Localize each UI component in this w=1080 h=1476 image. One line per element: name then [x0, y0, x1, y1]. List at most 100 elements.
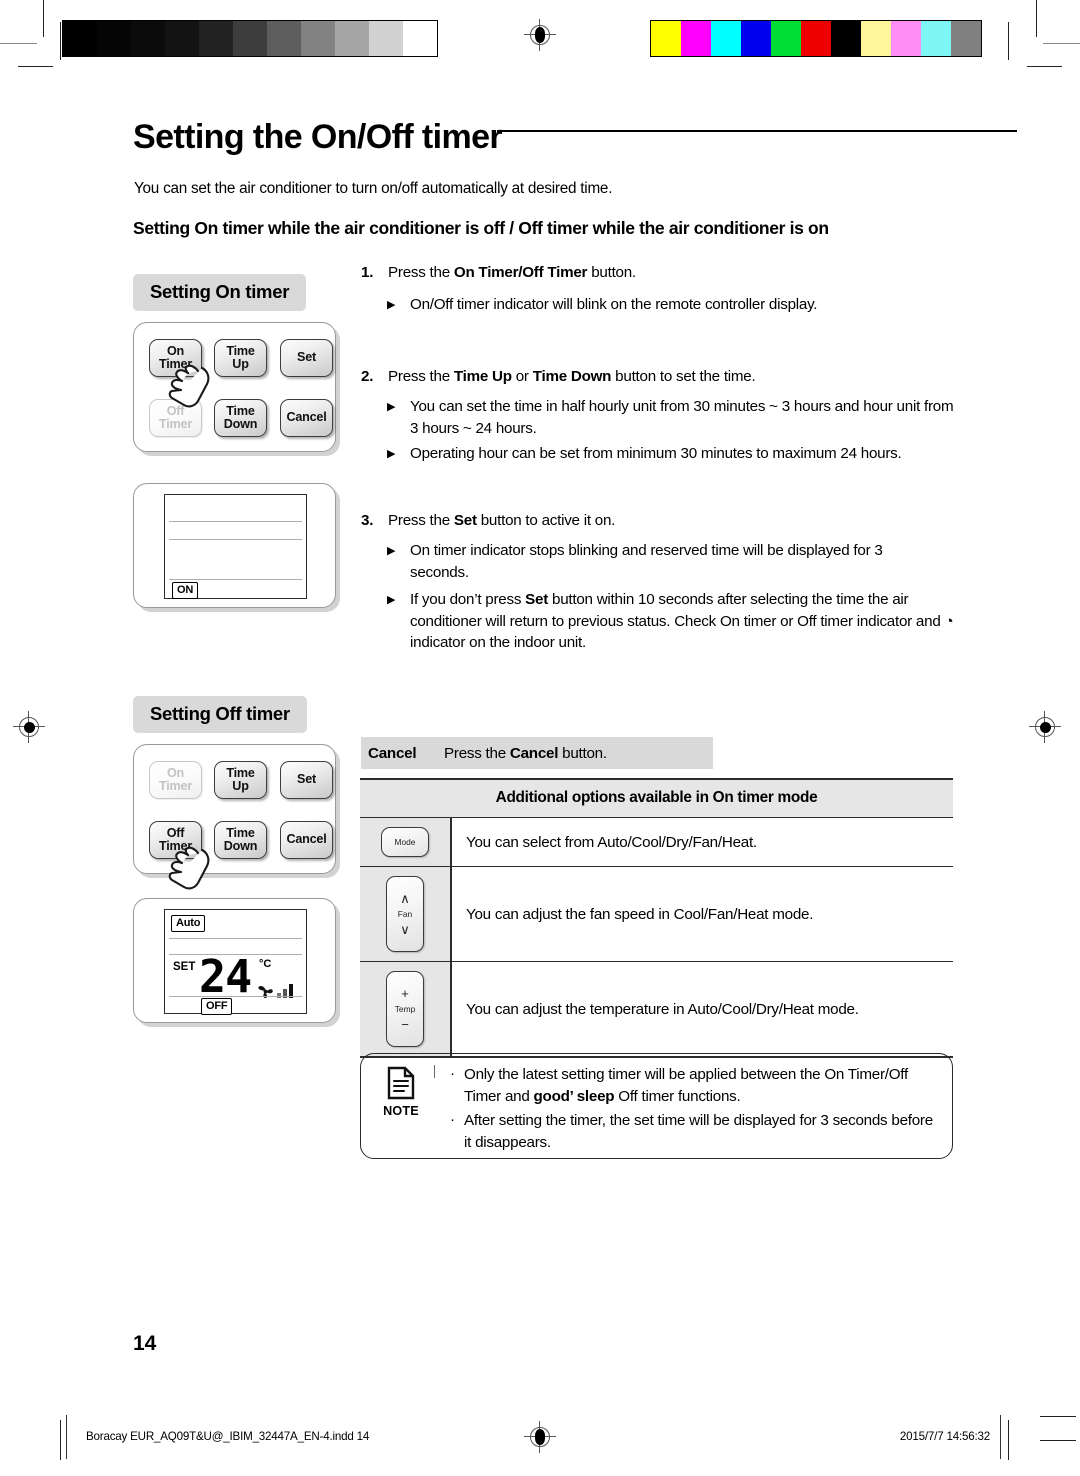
footer-rule — [1000, 1415, 1002, 1459]
keypad-on-timer-button[interactable]: On Timer — [149, 761, 202, 799]
keypad-time-down-button[interactable]: Time Down — [214, 399, 267, 437]
key-line-2: Up — [232, 779, 249, 793]
keypad-off-timer-button[interactable]: Off Timer — [149, 399, 202, 437]
off-timer-lcd-diagram: Auto SET 24 °C OFF — [133, 898, 336, 1023]
keypad-time-up-button[interactable]: Time Up — [214, 761, 267, 799]
lcd-off-indicator: OFF — [201, 998, 233, 1015]
table-cell-icon: Mode — [360, 818, 452, 866]
off-timer-keypad-diagram: On Timer Time Up Set Off Timer Time Down… — [133, 744, 336, 890]
key-line-2: Timer — [158, 779, 193, 793]
keypad-off-timer-button[interactable]: Off Timer — [149, 821, 202, 859]
note-list: · Only the latest setting timer will be … — [447, 1064, 938, 1156]
lcd-on-indicator: ON — [172, 582, 199, 599]
text-run: or — [511, 368, 533, 385]
key-line-2: Down — [223, 417, 258, 431]
cancel-instruction-text: Press the Cancel button. — [444, 745, 607, 762]
step-2-heading: 2. Press the Time Up or Time Down button… — [361, 368, 951, 385]
key-label: Temp — [394, 1004, 416, 1014]
key-line-2: Timer — [158, 357, 193, 371]
keypad-cancel-button[interactable]: Cancel — [280, 821, 333, 859]
step-1-bullet-1: ▶ On/Off timer indicator will blink on t… — [387, 294, 957, 316]
step-1-heading: 1. Press the On Timer/Off Timer button. — [361, 264, 951, 281]
text-run: button to active it on. — [476, 512, 616, 529]
on-timer-lcd-diagram: ON — [133, 483, 336, 608]
lcd-divider — [169, 996, 302, 998]
note-divider — [434, 1065, 436, 1078]
lcd-mode-indicator: Auto — [171, 915, 206, 932]
keypad-set-button[interactable]: Set — [280, 339, 333, 377]
table-row: + Temp − You can adjust the temperature … — [360, 962, 953, 1058]
document-page: Setting the On/Off timer You can set the… — [0, 0, 1080, 1476]
temp-plusminus-button-icon[interactable]: + Temp − — [386, 971, 424, 1047]
keypad-cancel-button[interactable]: Cancel — [280, 399, 333, 437]
key-line-1: On — [166, 343, 185, 358]
lcd-temperature-unit: °C — [259, 958, 272, 970]
table-header: Additional options available in On timer… — [360, 778, 953, 818]
lcd-screen: Auto SET 24 °C OFF — [164, 909, 307, 1015]
lcd-divider — [169, 579, 302, 581]
intro-paragraph: You can set the air conditioner to turn … — [134, 180, 613, 197]
key-label: Set — [297, 350, 316, 365]
keypad-time-up-button[interactable]: Time Up — [214, 339, 267, 377]
fan-updown-button-icon[interactable]: ∧ Fan ∨ — [386, 876, 424, 952]
document-icon — [387, 1066, 415, 1100]
key-line-1: Time — [226, 825, 255, 840]
emphasis: good’ sleep — [533, 1088, 615, 1105]
key-line-1: On — [166, 765, 185, 780]
note-item-text: After setting the timer, the set time wi… — [464, 1112, 933, 1151]
key-line-2: Up — [232, 357, 249, 371]
on-timer-keypad-diagram: On Timer Time Up Set Off Timer Time Down… — [133, 322, 336, 452]
key-line-2: Down — [223, 839, 258, 853]
step-3-bullet-2: ▶ If you don’t press Set button within 1… — [387, 589, 955, 654]
setting-on-timer-chip: Setting On timer — [133, 274, 307, 311]
bullet-text: You can set the time in half hourly unit… — [410, 396, 957, 439]
keypad-set-button[interactable]: Set — [280, 761, 333, 799]
step-2-bullet-1: ▶ You can set the time in half hourly un… — [387, 396, 957, 439]
key-label: Fan — [397, 909, 413, 919]
key-label: Cancel — [286, 832, 327, 847]
note-icon-group: NOTE — [375, 1066, 427, 1118]
lcd-divider — [169, 938, 302, 940]
table-row: ∧ Fan ∨ You can adjust the fan speed in … — [360, 867, 953, 962]
text-run: Press the — [388, 512, 454, 529]
text-run: You can set the time in half hourly unit… — [410, 398, 954, 437]
triangle-bullet-icon: ▶ — [387, 545, 396, 557]
title-rule — [497, 130, 1017, 132]
step-text: Press the Set button to active it on. — [388, 512, 951, 529]
triangle-bullet-icon: ▶ — [387, 299, 396, 311]
table-row: Mode You can select from Auto/Cool/Dry/F… — [360, 818, 953, 867]
table-cell-text: You can adjust the temperature in Auto/C… — [466, 1000, 859, 1018]
key-label: Set — [297, 772, 316, 787]
step-text: Press the Time Up or Time Down button to… — [388, 368, 951, 385]
emphasis: Set — [525, 591, 549, 608]
footer-rule — [66, 1415, 68, 1459]
mode-button-icon[interactable]: Mode — [381, 827, 429, 857]
key-label: Mode — [394, 837, 416, 847]
lcd-set-label: SET — [173, 961, 196, 973]
keypad-time-down-button[interactable]: Time Down — [214, 821, 267, 859]
text-run: Press the — [444, 744, 510, 762]
table-cell-icon: + Temp − — [360, 962, 452, 1056]
key-line-2: Timer — [158, 417, 193, 431]
bullet-text: If you don’t press Set button within 10 … — [410, 589, 955, 654]
page-number: 14 — [133, 1332, 157, 1355]
emphasis: Time Up — [453, 368, 512, 385]
table-cell-text: You can adjust the fan speed in Cool/Fan… — [466, 905, 814, 923]
triangle-bullet-icon: ▶ — [387, 594, 396, 606]
note-item: · Only the latest setting timer will be … — [447, 1064, 938, 1108]
page-title: Setting the On/Off timer — [133, 118, 503, 156]
keypad-on-timer-button[interactable]: On Timer — [149, 339, 202, 377]
triangle-bullet-icon: ▶ — [387, 448, 396, 460]
dot-bullet-icon: · — [450, 1111, 455, 1128]
chevron-down-icon: ∨ — [400, 922, 410, 937]
note-label: NOTE — [383, 1104, 419, 1118]
key-line-1: Time — [226, 765, 255, 780]
key-line-2: Timer — [158, 839, 193, 853]
cancel-instruction-strip: Cancel Press the Cancel button. — [361, 737, 713, 769]
emphasis: Cancel — [509, 744, 559, 762]
plus-icon: + — [401, 986, 409, 1001]
text-run: Off timer functions. — [614, 1088, 741, 1105]
text-run: After setting the timer, the set time wi… — [464, 1112, 933, 1151]
emphasis: On Timer/Off Timer — [453, 264, 588, 281]
text-run: button. — [558, 744, 607, 762]
